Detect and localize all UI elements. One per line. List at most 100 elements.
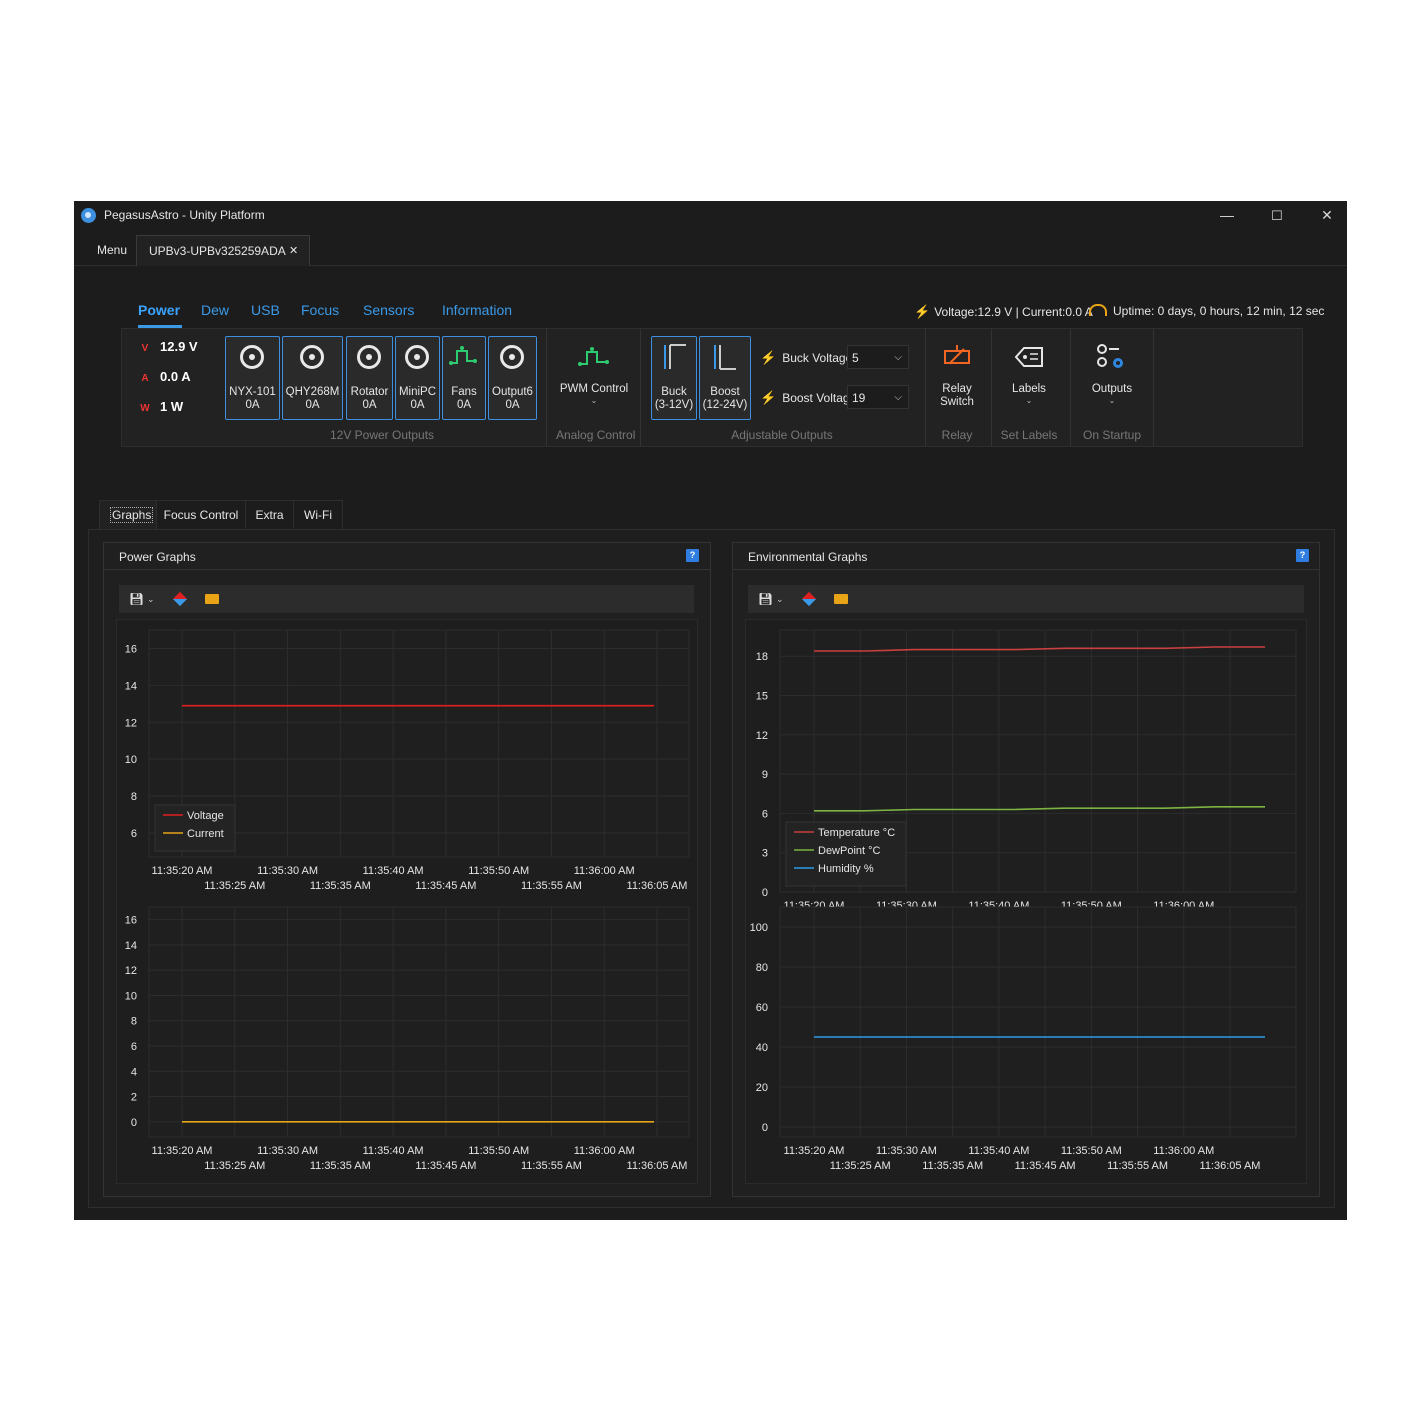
tab-dew[interactable]: Dew xyxy=(201,302,229,318)
relay-switch-button[interactable]: Relay Switch xyxy=(928,334,986,409)
eraser-icon[interactable] xyxy=(801,591,817,607)
x-tick-label: 11:36:05 AM xyxy=(1200,1160,1261,1172)
x-tick-label: 11:35:55 AM xyxy=(521,1160,582,1172)
chevron-down-icon[interactable]: ⌄ xyxy=(147,594,155,605)
output-label: QHY268M 0A xyxy=(285,386,340,411)
buck-output-button[interactable]: Buck (3-12V) xyxy=(651,336,697,420)
y-tick-label: 10 xyxy=(125,990,137,1002)
output-minipc-button[interactable]: MiniPC 0A xyxy=(395,336,440,420)
x-tick-label: 11:35:50 AM xyxy=(468,865,529,877)
app-logo-icon xyxy=(81,208,96,223)
output-fans-button[interactable]: Fans 0A xyxy=(442,336,486,420)
x-tick-label: 11:36:00 AM xyxy=(574,1145,635,1157)
x-tick-label: 11:35:45 AM xyxy=(415,880,476,892)
close-tab-icon[interactable]: ✕ xyxy=(289,236,298,266)
voltage-unit-icon: V xyxy=(141,343,149,354)
help-icon[interactable]: ? xyxy=(686,549,699,562)
tab-information[interactable]: Information xyxy=(442,302,512,318)
device-tab[interactable]: UPBv3-UPBv325259ADA ✕ xyxy=(136,235,310,266)
tab-focus[interactable]: Focus xyxy=(301,302,339,318)
tab-focus-control[interactable]: Focus Control xyxy=(156,500,246,529)
power-plot-area: 6 8 10 12 14 16 11:35:20 AM 11:35:25 AM 11:35:30… xyxy=(116,619,698,1184)
panel-header: Environmental Graphs ? xyxy=(733,543,1319,570)
power-meter: W 1 W xyxy=(138,399,183,414)
gauge-icon xyxy=(1089,304,1107,316)
x-tick-label: 11:35:45 AM xyxy=(415,1160,476,1172)
pwm-control-button[interactable]: PWM Control ⌄ xyxy=(556,334,632,405)
tab-graphs[interactable]: Graphs xyxy=(99,500,157,529)
power-output-icon xyxy=(240,345,264,369)
eraser-icon[interactable] xyxy=(172,591,188,607)
folder-open-icon[interactable] xyxy=(205,594,219,604)
folder-open-icon[interactable] xyxy=(834,594,848,604)
x-tick-label: 11:35:50 AM xyxy=(1061,1145,1122,1157)
graph-toolbar: 💾︎ ⌄ xyxy=(748,585,1304,613)
tab-sensors[interactable]: Sensors xyxy=(363,302,414,318)
close-window-button[interactable]: ✕ xyxy=(1304,201,1350,230)
group-separator xyxy=(640,329,641,446)
output-output6-button[interactable]: Output6 0A xyxy=(488,336,537,420)
y-tick-label: 4 xyxy=(131,1066,137,1078)
y-tick-label: 6 xyxy=(762,808,768,820)
output-rotator-button[interactable]: Rotator 0A xyxy=(346,336,393,420)
title-bar: PegasusAstro - Unity Platform — ☐ ✕ xyxy=(74,201,1347,230)
x-tick-label: 11:35:20 AM xyxy=(784,1145,845,1157)
chevron-down-icon[interactable]: ⌄ xyxy=(776,594,784,605)
x-tick-label: 11:35:20 AM xyxy=(152,1145,213,1157)
ribbon-power: V 12.9 V A 0.0 A W1 W NYX-101 0A QHY268M 0A … xyxy=(121,328,1303,447)
chevron-down-icon: ⌵ xyxy=(894,392,902,403)
y-tick-label: 6 xyxy=(131,1041,137,1053)
environmental-graphs-panel: Environmental Graphs ? 💾︎ ⌄ 0 3 6 9 12 15 18 11… xyxy=(732,542,1320,1197)
tab-extra[interactable]: Extra xyxy=(245,500,294,529)
legend-label: DewPoint °C xyxy=(818,845,881,857)
x-tick-label: 11:36:05 AM xyxy=(627,1160,688,1172)
boost-output-button[interactable]: Boost (12-24V) xyxy=(699,336,751,420)
output-label: Output6 0A xyxy=(492,386,533,411)
legend-label: Voltage xyxy=(187,810,224,822)
x-tick-label: 11:35:30 AM xyxy=(257,865,318,877)
y-tick-label: 40 xyxy=(756,1042,768,1054)
tab-wifi[interactable]: Wi-Fi xyxy=(293,500,343,529)
tab-usb[interactable]: USB xyxy=(251,302,280,318)
power-output-icon xyxy=(500,345,524,369)
minimize-button[interactable]: — xyxy=(1204,201,1250,230)
y-tick-label: 16 xyxy=(125,643,137,655)
menu-tab[interactable]: Menu xyxy=(97,235,127,265)
legend-label: Temperature °C xyxy=(818,827,895,839)
current-value: 0.0 A xyxy=(160,369,191,384)
maximize-button[interactable]: ☐ xyxy=(1254,201,1300,230)
boost-icon xyxy=(714,345,736,370)
power-charts: 6 8 10 12 14 16 11:35:20 AM 11:35:25 AM 11:35:30… xyxy=(125,629,690,1172)
y-tick-label: 20 xyxy=(756,1082,768,1094)
output-qhy268m-button[interactable]: QHY268M 0A xyxy=(282,336,343,420)
y-tick-label: 100 xyxy=(750,922,768,934)
x-tick-label: 11:35:35 AM xyxy=(310,880,371,892)
group-separator xyxy=(925,329,926,446)
x-tick-label: 11:35:55 AM xyxy=(1107,1160,1168,1172)
group-label-adjustable: Adjustable Outputs xyxy=(731,428,833,442)
group-label-startup: On Startup xyxy=(1082,428,1142,442)
y-tick-label: 18 xyxy=(756,651,768,663)
labels-button[interactable]: Labels ⌄ xyxy=(994,334,1064,405)
panel-title: Power Graphs xyxy=(119,550,196,564)
help-icon[interactable]: ? xyxy=(1296,549,1309,562)
save-icon[interactable]: 💾︎ xyxy=(758,592,773,606)
buck-voltage-select[interactable]: 5 ⌵ xyxy=(847,345,909,369)
x-tick-label: 11:36:00 AM xyxy=(574,865,635,877)
x-tick-label: 11:35:20 AM xyxy=(152,865,213,877)
group-label-analog: Analog Control xyxy=(556,428,636,442)
tab-power[interactable]: Power xyxy=(138,302,180,318)
power-output-icon xyxy=(300,345,324,369)
output-label: Rotator 0A xyxy=(350,386,389,411)
device-tab-label: UPBv3-UPBv325259ADA xyxy=(149,244,286,258)
outputs-startup-button[interactable]: Outputs ⌄ xyxy=(1074,334,1150,405)
boost-voltage-select[interactable]: 19 ⌵ xyxy=(847,385,909,409)
environmental-plot-area: 0 3 6 9 12 15 18 11:35:20 AM 11:35:25 AM 11:35:30… xyxy=(745,619,1307,1184)
power-output-icon xyxy=(357,345,381,369)
output-nyx-101-button[interactable]: NYX-101 0A xyxy=(225,336,280,420)
x-tick-label: 11:35:25 AM xyxy=(830,1160,891,1172)
save-icon[interactable]: 💾︎ xyxy=(129,592,144,606)
group-label-labels: Set Labels xyxy=(1000,428,1058,442)
legend-label: Current xyxy=(187,828,224,840)
x-tick-label: 11:35:40 AM xyxy=(363,1145,424,1157)
